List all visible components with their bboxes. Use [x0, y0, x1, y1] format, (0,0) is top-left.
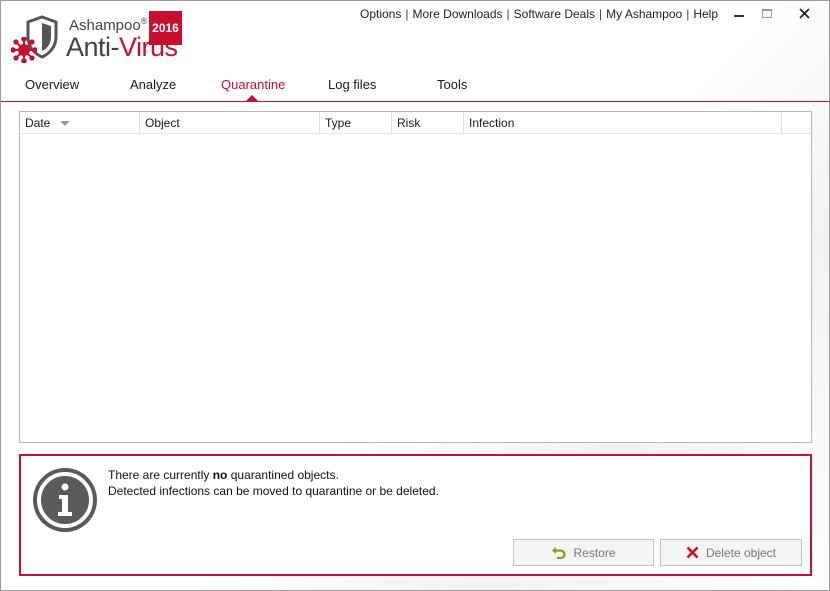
product-year: 2016 — [149, 11, 182, 45]
quarantine-table[interactable]: Date Object Type Risk Infection — [19, 111, 812, 443]
table-header: Date Object Type Risk Infection — [20, 112, 811, 134]
info-icon — [33, 468, 97, 532]
delete-object-label: Delete object — [705, 545, 777, 560]
column-header-infection[interactable]: Infection — [464, 112, 782, 134]
tab-quarantine[interactable]: Quarantine — [221, 77, 285, 92]
restore-label: Restore — [573, 545, 616, 560]
undo-arrow-icon — [551, 546, 567, 559]
column-label: Risk — [397, 116, 421, 130]
minimize-icon — [734, 15, 744, 17]
more-downloads-link[interactable]: More Downloads — [408, 7, 506, 21]
maximize-icon — [762, 8, 772, 18]
options-link[interactable]: Options — [356, 7, 405, 21]
info-line-2: Detected infections can be moved to quar… — [108, 484, 439, 498]
help-link[interactable]: Help — [689, 7, 722, 21]
info-glyph — [37, 472, 93, 528]
column-label: Object — [145, 116, 180, 130]
tab-tools[interactable]: Tools — [437, 77, 467, 92]
app-window: Ashampoo® Anti-Virus 2016 Options | More… — [0, 0, 830, 591]
restore-button[interactable]: Restore — [513, 539, 654, 566]
column-header-filler — [782, 112, 811, 134]
info-panel: There are currently no quarantined objec… — [19, 454, 812, 576]
close-button[interactable] — [781, 2, 827, 24]
main-tabs: Overview Analyze Quarantine Log files To… — [1, 75, 829, 102]
window-controls — [725, 2, 827, 24]
minimize-button[interactable] — [725, 2, 753, 24]
column-header-object[interactable]: Object — [140, 112, 320, 134]
close-icon — [798, 7, 810, 19]
column-label: Date — [25, 116, 51, 130]
top-links: Options | More Downloads | Software Deal… — [356, 7, 722, 21]
column-label: Type — [325, 116, 352, 130]
my-ashampoo-link[interactable]: My Ashampoo — [602, 7, 686, 21]
software-deals-link[interactable]: Software Deals — [510, 7, 599, 21]
maximize-button[interactable] — [753, 2, 781, 24]
delete-object-button[interactable]: Delete object — [660, 539, 802, 566]
tab-overview[interactable]: Overview — [25, 77, 79, 92]
info-line-1: There are currently no quarantined objec… — [108, 468, 339, 482]
sort-descending-icon — [60, 120, 71, 126]
info-message: There are currently no quarantined objec… — [108, 467, 439, 499]
column-header-risk[interactable]: Risk — [392, 112, 464, 134]
red-x-icon — [686, 546, 699, 559]
active-tab-indicator — [246, 95, 258, 101]
tab-log-files[interactable]: Log files — [328, 77, 376, 92]
tab-analyze[interactable]: Analyze — [130, 77, 176, 92]
column-header-type[interactable]: Type — [320, 112, 392, 134]
app-logo: Ashampoo® Anti-Virus 2016 — [9, 11, 189, 65]
virus-icon — [11, 37, 37, 63]
column-label: Infection — [469, 116, 515, 130]
column-header-date[interactable]: Date — [20, 112, 140, 134]
